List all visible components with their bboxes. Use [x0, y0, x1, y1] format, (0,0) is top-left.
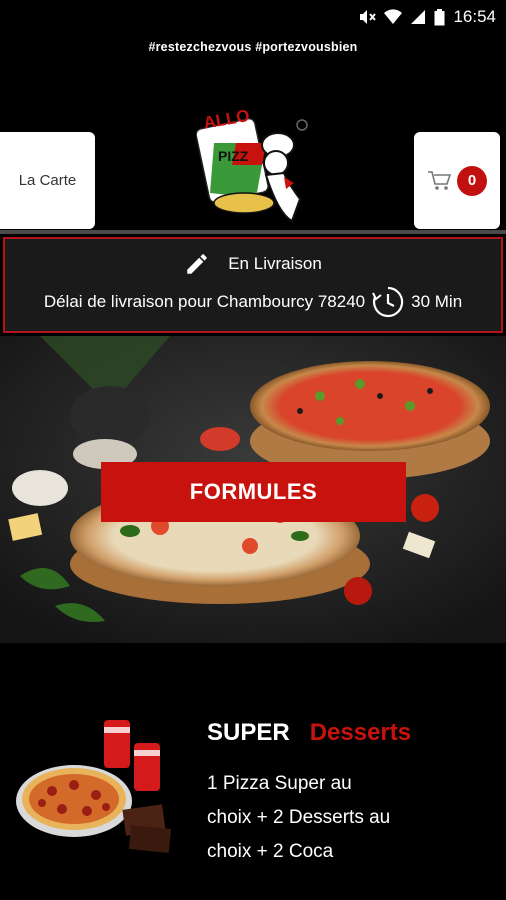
- la-carte-label: La Carte: [18, 172, 77, 189]
- la-carte-button[interactable]: La Carte: [0, 132, 95, 229]
- signal-icon: [411, 10, 426, 24]
- delivery-info-box[interactable]: En Livraison Délai de livraison pour Cha…: [3, 237, 503, 333]
- formules-button[interactable]: FORMULES: [101, 462, 406, 522]
- clock-icon: [372, 286, 404, 318]
- wifi-icon: [384, 9, 403, 24]
- status-time: 16:54: [453, 7, 496, 26]
- status-icons: [358, 8, 445, 26]
- allo-pizza-logo: ALLO PIZZ: [196, 106, 308, 223]
- cart-button[interactable]: 0: [414, 132, 500, 229]
- hashtag-banner: #restezchezvous #portezvousbien: [148, 40, 358, 54]
- delivery-delay-row: Délai de livraison pour Chambourcy 78240…: [44, 285, 462, 319]
- delivery-delay-time: 30 Min: [411, 292, 463, 311]
- mute-icon: [360, 10, 377, 24]
- product-description: 1 Pizza Super au choix + 2 Desserts au c…: [207, 773, 391, 862]
- product-card-super-desserts[interactable]: SUPER Desserts 1 Pizza Super au choix + …: [0, 705, 506, 900]
- cart-icon: [428, 170, 451, 190]
- battery-icon: [434, 8, 445, 25]
- product-image: [16, 720, 172, 854]
- pencil-icon: [187, 254, 207, 274]
- product-title: SUPER Desserts: [207, 719, 411, 747]
- header-divider: [0, 230, 506, 234]
- cart-count-badge: 0: [457, 165, 487, 196]
- delivery-mode-label: En Livraison: [228, 254, 322, 273]
- delivery-delay-text: Délai de livraison pour Chambourcy 78240: [43, 292, 366, 311]
- product-title-main: SUPER: [207, 719, 290, 746]
- logo-pizza-text: PIZZ: [218, 148, 249, 164]
- status-bar: 16:54: [0, 0, 506, 34]
- product-title-sub: Desserts: [309, 719, 412, 746]
- delivery-mode-row: En Livraison: [184, 251, 322, 277]
